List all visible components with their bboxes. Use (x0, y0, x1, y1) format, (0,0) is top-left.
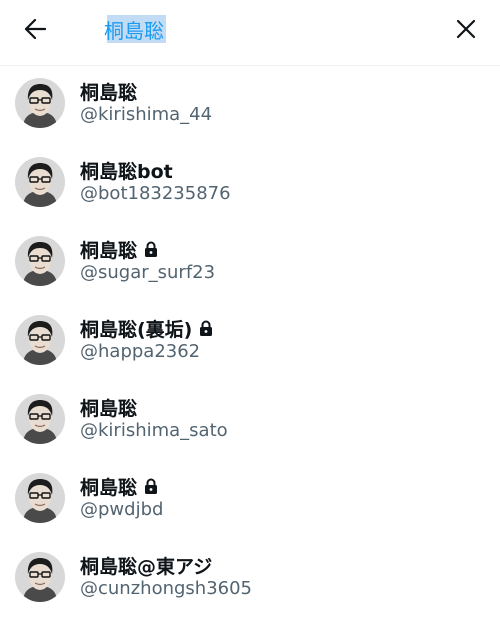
display-name: 桐島聡 (80, 81, 138, 104)
avatar (15, 394, 65, 444)
search-input[interactable] (104, 14, 424, 44)
name-line: 桐島聡bot (80, 157, 173, 183)
search-results-list: 桐島聡 @kirishima_44 桐島聡bot @bot183235876 桐… (0, 66, 500, 619)
name-line: 桐島聡@東アジ (80, 552, 212, 578)
arrow-left-icon (24, 19, 46, 39)
name-line: 桐島聡 (80, 473, 158, 499)
user-result-row[interactable]: 桐島聡(裏垢) @happa2362 (0, 303, 500, 382)
display-name: 桐島聡@東アジ (80, 555, 213, 578)
user-result-row[interactable]: 桐島聡 @kirishima_sato (0, 382, 500, 461)
name-line: 桐島聡 (80, 394, 137, 420)
clear-search-button[interactable] (449, 12, 483, 46)
user-handle: @sugar_surf23 (80, 262, 216, 283)
user-handle: @cunzhongsh3605 (80, 578, 253, 599)
name-line: 桐島聡 (80, 78, 137, 104)
lock-icon (199, 320, 213, 337)
avatar (15, 552, 65, 602)
user-result-row[interactable]: 桐島聡 @sugar_surf23 (0, 224, 500, 303)
display-name: 桐島聡(裏垢) (80, 318, 193, 341)
user-handle: @kirishima_44 (80, 104, 213, 125)
display-name: 桐島聡 (80, 397, 138, 420)
avatar (15, 78, 65, 128)
user-handle: @kirishima_sato (80, 420, 228, 441)
display-name: 桐島聡 (80, 476, 138, 499)
avatar (15, 157, 65, 207)
user-handle: @bot183235876 (80, 183, 231, 204)
display-name: 桐島聡 (80, 239, 138, 262)
avatar (15, 473, 65, 523)
name-line: 桐島聡 (80, 236, 158, 262)
lock-icon (144, 478, 158, 495)
user-result-row[interactable]: 桐島聡 @pwdjbd (0, 461, 500, 540)
avatar (15, 315, 65, 365)
display-name: 桐島聡bot (80, 160, 173, 183)
avatar (15, 236, 65, 286)
search-header (0, 0, 500, 66)
name-line: 桐島聡(裏垢) (80, 315, 213, 341)
lock-icon (144, 241, 158, 258)
user-handle: @happa2362 (80, 341, 201, 362)
close-icon (456, 19, 476, 39)
user-result-row[interactable]: 桐島聡@東アジ @cunzhongsh3605 (0, 540, 500, 619)
user-result-row[interactable]: 桐島聡bot @bot183235876 (0, 145, 500, 224)
back-button[interactable] (18, 12, 52, 46)
user-handle: @pwdjbd (80, 499, 164, 520)
user-result-row[interactable]: 桐島聡 @kirishima_44 (0, 66, 500, 145)
